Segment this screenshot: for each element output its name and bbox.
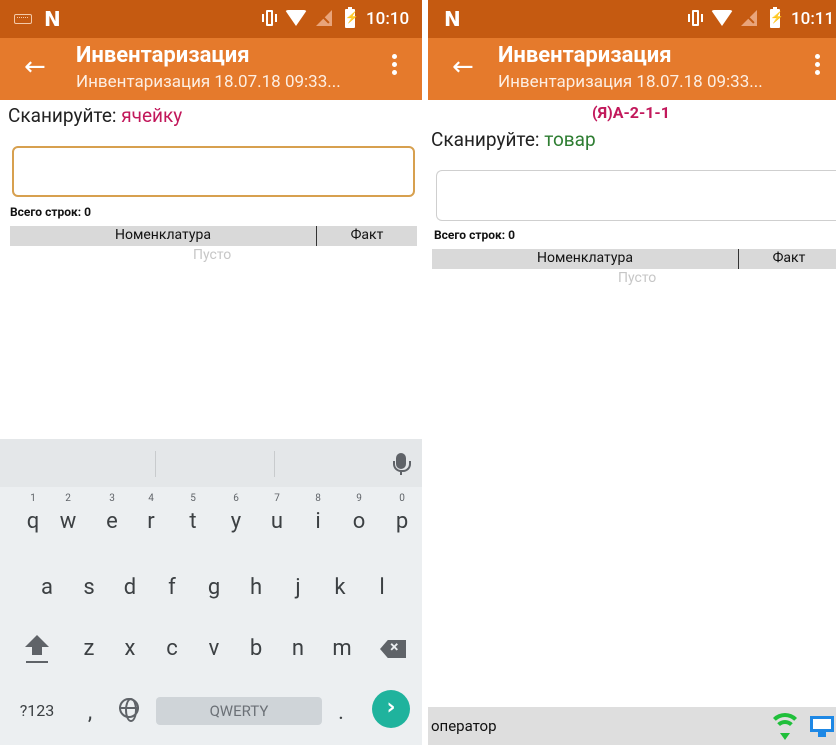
key-o[interactable]: 9o [348,493,370,534]
key-l[interactable]: l [371,575,393,600]
column-header-fact[interactable]: Факт [317,227,417,243]
left-screen: N 10:10 ← Инвентаризация Инвентаризация … [0,0,422,745]
scan-input[interactable] [12,146,415,197]
key-s[interactable]: s [78,575,100,600]
wifi-icon [285,10,307,26]
microphone-icon[interactable] [393,453,411,475]
wifi-icon [711,10,733,26]
more-menu-icon[interactable] [392,54,398,80]
no-signal-icon [741,10,757,26]
key-k[interactable]: k [329,575,351,600]
clock: 10:10 [366,9,410,29]
suggestion-bar [0,439,422,487]
page-title: Инвентаризация [498,43,672,68]
table-header: Номенклатура Факт [10,226,417,246]
key-x[interactable]: x [119,636,141,661]
page-title: Инвентаризация [76,43,250,68]
battery-charging-icon [345,7,359,28]
globe-icon[interactable] [119,698,139,722]
key-z[interactable]: z [78,636,100,661]
column-header-fact[interactable]: Факт [739,250,836,266]
key-e[interactable]: 3e [101,493,123,534]
back-arrow-icon[interactable]: ← [452,52,474,82]
key-symbols[interactable]: ?123 [16,701,58,720]
scan-prefix: Сканируйте: [8,104,122,127]
column-header-name[interactable]: Номенклатура [432,250,738,266]
key-f[interactable]: f [161,575,183,600]
key-t[interactable]: 5t [182,493,204,534]
status-bar: N 10:11 [428,0,836,38]
key-n[interactable]: n [287,636,309,661]
scanned-cell-code: (Я)А-2-1-1 [592,103,670,122]
shift-icon[interactable] [25,635,49,663]
scan-input[interactable] [436,170,836,221]
scan-target: товар [544,128,596,151]
column-header-name[interactable]: Номенклатура [10,227,316,243]
operator-label: оператор [431,717,497,735]
notification-n-icon: N [444,7,461,31]
keyboard-icon [14,14,32,24]
key-period[interactable]: . [331,700,351,725]
key-p[interactable]: 0p [391,493,413,534]
rows-count: Всего строк: 0 [434,228,515,242]
key-g[interactable]: g [203,575,225,600]
go-button[interactable]: › [372,690,410,728]
vibrate-icon [262,10,277,28]
bottom-status-bar: оператор [428,707,836,745]
rows-count: Всего строк: 0 [10,205,91,219]
suggestion-divider [155,451,156,477]
key-c[interactable]: c [161,636,183,661]
key-d[interactable]: d [119,575,141,600]
vibrate-icon [688,10,703,28]
key-w[interactable]: 2w [57,493,79,534]
empty-table-text: Пусто [193,247,232,263]
battery-charging-icon [770,7,784,28]
key-a[interactable]: a [36,575,58,600]
key-b[interactable]: b [245,636,267,661]
key-i[interactable]: 8i [307,493,329,534]
status-bar: N 10:10 [0,0,422,38]
page-subtitle: Инвентаризация 18.07.18 09:33... [76,72,341,92]
scan-prefix: Сканируйте: [431,128,545,151]
suggestion-divider [274,451,275,477]
empty-table-text: Пусто [618,270,657,286]
key-u[interactable]: 7u [266,493,288,534]
space-key[interactable]: QWERTY [156,697,322,725]
page-subtitle: Инвентаризация 18.07.18 09:33... [498,72,763,92]
key-q[interactable]: 1q [22,493,44,534]
more-menu-icon[interactable] [815,54,821,80]
notification-n-icon: N [44,7,61,31]
no-signal-icon [316,10,332,26]
key-j[interactable]: j [287,575,309,600]
scan-prompt: Сканируйте: ячейку [8,104,182,127]
key-comma[interactable]: , [80,700,100,725]
key-m[interactable]: m [329,636,355,661]
scan-target: ячейку [121,104,183,127]
app-bar: ← Инвентаризация Инвентаризация 18.07.18… [428,38,836,100]
right-screen: N 10:11 ← Инвентаризация Инвентаризация … [428,0,836,745]
app-bar: ← Инвентаризация Инвентаризация 18.07.18… [0,38,422,100]
monitor-icon [810,716,836,740]
back-arrow-icon[interactable]: ← [24,52,46,82]
clock: 10:11 [791,9,835,29]
key-r[interactable]: 4r [140,493,162,534]
wifi-connected-icon [768,713,802,741]
key-v[interactable]: v [203,636,225,661]
table-header: Номенклатура Факт [432,249,836,269]
key-h[interactable]: h [245,575,267,600]
scan-prompt: Сканируйте: товар [431,128,596,151]
key-y[interactable]: 6y [225,493,247,534]
